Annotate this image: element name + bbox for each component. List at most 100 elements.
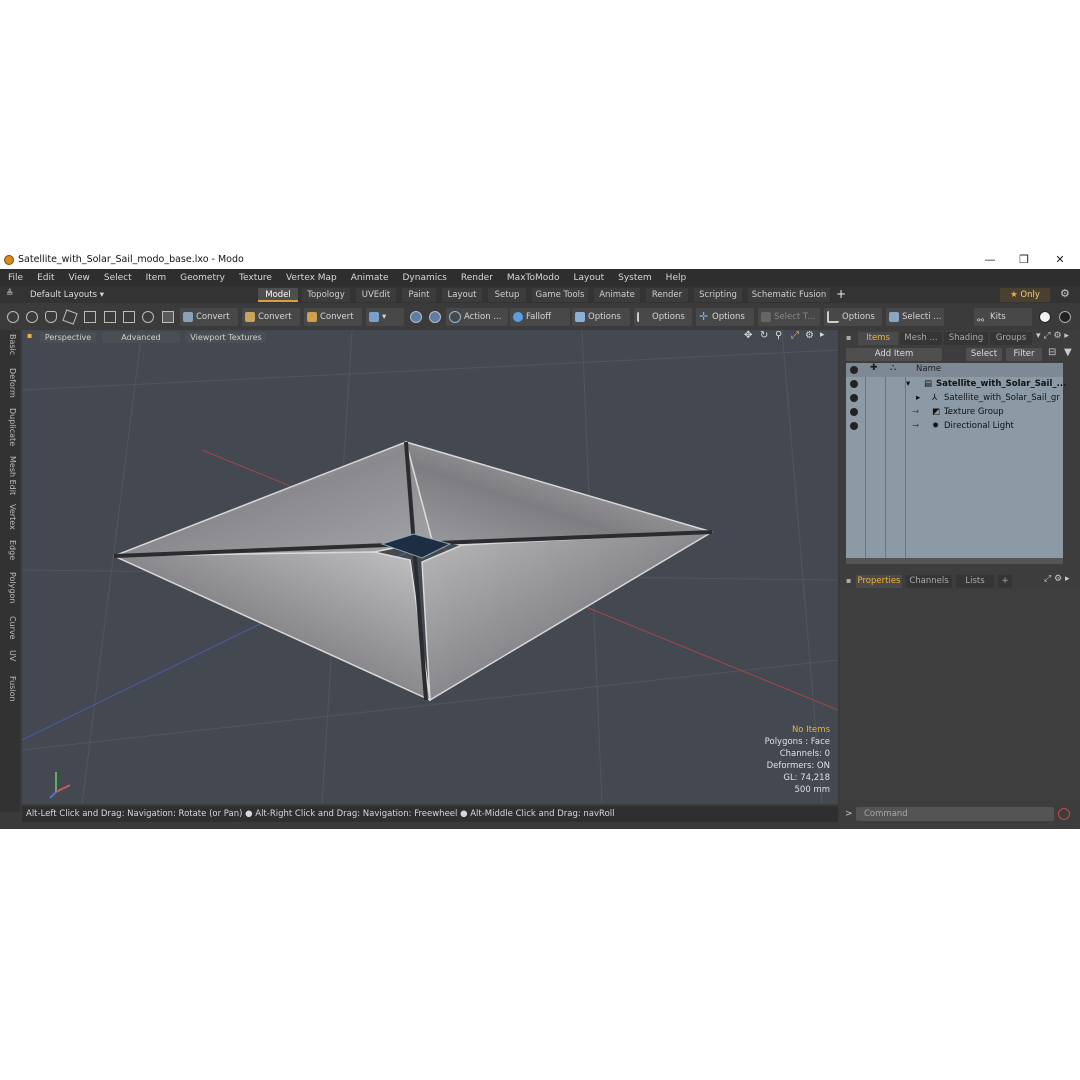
properties-options-icon[interactable]: ⤢ ⚙ ▸ [1044, 574, 1070, 584]
menu-geometry[interactable]: Geometry [172, 273, 231, 283]
symmetry-button[interactable]: ▾ [366, 308, 404, 326]
convert-button-1[interactable]: Convert [180, 308, 238, 326]
options-button-2[interactable]: Options [634, 308, 692, 326]
list-item-scene[interactable]: ▾ ▤ Satellite_with_Solar_Sail_... [846, 377, 1066, 391]
tab-properties[interactable]: Properties [856, 575, 902, 588]
list-item-directional-light[interactable]: → ✹ Directional Light [846, 419, 1063, 433]
expand-arrow-icon[interactable]: ▸ [916, 391, 920, 405]
workplane-icon[interactable] [429, 311, 441, 323]
action-center-button[interactable]: Action ... [446, 308, 508, 326]
select-edges-icon[interactable] [26, 311, 38, 323]
kits-button[interactable]: ⚯ Kits [974, 308, 1032, 326]
left-tab-curve[interactable]: Curve [3, 616, 17, 640]
collapse-icon[interactable]: ⊟ [1048, 347, 1056, 358]
add-properties-tab-button[interactable]: + [998, 575, 1012, 588]
select-items-icon[interactable] [62, 309, 78, 325]
tab-scripting[interactable]: Scripting [694, 288, 742, 302]
select-vertices-icon[interactable] [7, 311, 19, 323]
menu-vertex-map[interactable]: Vertex Map [278, 273, 343, 283]
selection-sets-button[interactable]: Selecti ... [886, 308, 944, 326]
select-center-icon[interactable] [123, 311, 135, 323]
viewport-perspective-tab[interactable]: Perspective [40, 332, 96, 343]
convert-button-3[interactable]: Convert [304, 308, 362, 326]
menu-maxtomodo[interactable]: MaxToModo [499, 273, 566, 283]
viewport-menu-icon[interactable]: ▪ [27, 331, 32, 340]
visibility-eye-icon[interactable] [850, 394, 858, 402]
tab-shading[interactable]: Shading [944, 332, 988, 345]
tab-groups[interactable]: Groups [990, 332, 1032, 345]
layouts-menu-icon[interactable]: ≜ [6, 289, 14, 299]
left-tab-duplicate[interactable]: Duplicate [3, 408, 17, 446]
select-button[interactable]: Select [966, 348, 1002, 361]
tab-animate[interactable]: Animate [594, 288, 640, 302]
options-button-3[interactable]: ✛ Options [696, 308, 754, 326]
visibility-eye-icon[interactable] [850, 422, 858, 430]
options-button-1[interactable]: Options [572, 308, 630, 326]
left-tab-basic[interactable]: Basic [3, 334, 17, 355]
snap-icon[interactable] [410, 311, 422, 323]
tab-game-tools[interactable]: Game Tools [532, 288, 588, 302]
add-item-button[interactable]: Add Item [846, 348, 942, 361]
tab-mesh[interactable]: Mesh ... [900, 332, 942, 345]
maximize-viewport-icon[interactable]: ⤢ [791, 330, 799, 341]
left-tab-mesh-edit[interactable]: Mesh Edit [3, 456, 17, 495]
convert-button-2[interactable]: Convert [242, 308, 300, 326]
left-tab-deform[interactable]: Deform [3, 368, 17, 398]
zoom-icon[interactable]: ⚲ [775, 330, 782, 341]
list-item-texture-group[interactable]: → ◩ Texture Group [846, 405, 1063, 419]
close-button[interactable]: ✕ [1042, 250, 1078, 269]
menu-file[interactable]: File [0, 273, 29, 283]
minimize-button[interactable]: — [972, 250, 1008, 269]
falloff-button[interactable]: Falloff [510, 308, 570, 326]
menu-dynamics[interactable]: Dynamics [394, 273, 452, 283]
add-tab-icon[interactable]: + [836, 287, 846, 301]
select-polygons-icon[interactable] [45, 311, 57, 323]
menu-layout[interactable]: Layout [566, 273, 611, 283]
layout-selector[interactable]: Default Layouts ▾ [30, 288, 104, 302]
items-list[interactable]: ✚ ⛬ Name ▾ ▤ Satellite_with_Solar_Sail_.… [846, 363, 1066, 558]
command-clear-icon[interactable] [1058, 808, 1070, 820]
tab-uvedit[interactable]: UVEdit [356, 288, 396, 302]
tab-model[interactable]: Model [258, 288, 298, 302]
menu-edit[interactable]: Edit [29, 273, 60, 283]
mesh-shield-icon[interactable] [162, 311, 174, 323]
tab-schematic-fusion[interactable]: Schematic Fusion [748, 288, 830, 302]
left-tab-polygon[interactable]: Polygon [3, 572, 17, 603]
tab-paint[interactable]: Paint [402, 288, 436, 302]
viewport-textures-tab[interactable]: Viewport Textures [186, 332, 266, 343]
select-pivot-icon[interactable] [104, 311, 116, 323]
visibility-eye-icon[interactable] [850, 408, 858, 416]
menu-item[interactable]: Item [138, 273, 173, 283]
tab-render[interactable]: Render [646, 288, 688, 302]
select-edit-icon[interactable] [142, 311, 154, 323]
tab-topology[interactable]: Topology [302, 288, 350, 302]
left-tab-edge[interactable]: Edge [3, 540, 17, 560]
menu-texture[interactable]: Texture [231, 273, 278, 283]
viewport-expand-icon[interactable]: ▸ [820, 330, 825, 340]
tab-lists[interactable]: Lists [956, 575, 994, 588]
menu-view[interactable]: View [61, 273, 96, 283]
visibility-eye-icon[interactable] [850, 380, 858, 388]
left-tab-vertex[interactable]: Vertex [3, 504, 17, 530]
only-toggle[interactable]: ★ Only [1000, 288, 1050, 302]
menu-select[interactable]: Select [96, 273, 138, 283]
items-panel-options-icon[interactable]: ▾ ⤢ ⚙ ▸ [1036, 331, 1069, 341]
menu-help[interactable]: Help [658, 273, 693, 283]
items-list-scrollbar[interactable] [846, 558, 1063, 564]
properties-panel-menu-icon[interactable]: ▪ [846, 576, 851, 585]
left-tab-fusion[interactable]: Fusion [3, 676, 17, 702]
command-input[interactable]: Command [856, 807, 1054, 821]
solar-sail-mesh[interactable] [113, 440, 713, 702]
options-button-4[interactable]: Options [824, 308, 882, 326]
select-through-button[interactable]: Select T... [758, 308, 820, 326]
tab-channels[interactable]: Channels [906, 575, 952, 588]
list-item-mesh-group[interactable]: ▸ ⅄ Satellite_with_Solar_Sail_gr ... [846, 391, 1063, 417]
menu-animate[interactable]: Animate [343, 273, 395, 283]
funnel-icon[interactable]: ▼ [1064, 347, 1072, 358]
viewport-advanced-tab[interactable]: Advanced [102, 332, 180, 343]
maximize-button[interactable]: ❐ [1006, 250, 1042, 269]
select-materials-icon[interactable] [84, 311, 96, 323]
settings-gear-icon[interactable]: ⚙ [1060, 287, 1070, 300]
filter-button[interactable]: Filter [1006, 348, 1042, 361]
menu-system[interactable]: System [610, 273, 658, 283]
